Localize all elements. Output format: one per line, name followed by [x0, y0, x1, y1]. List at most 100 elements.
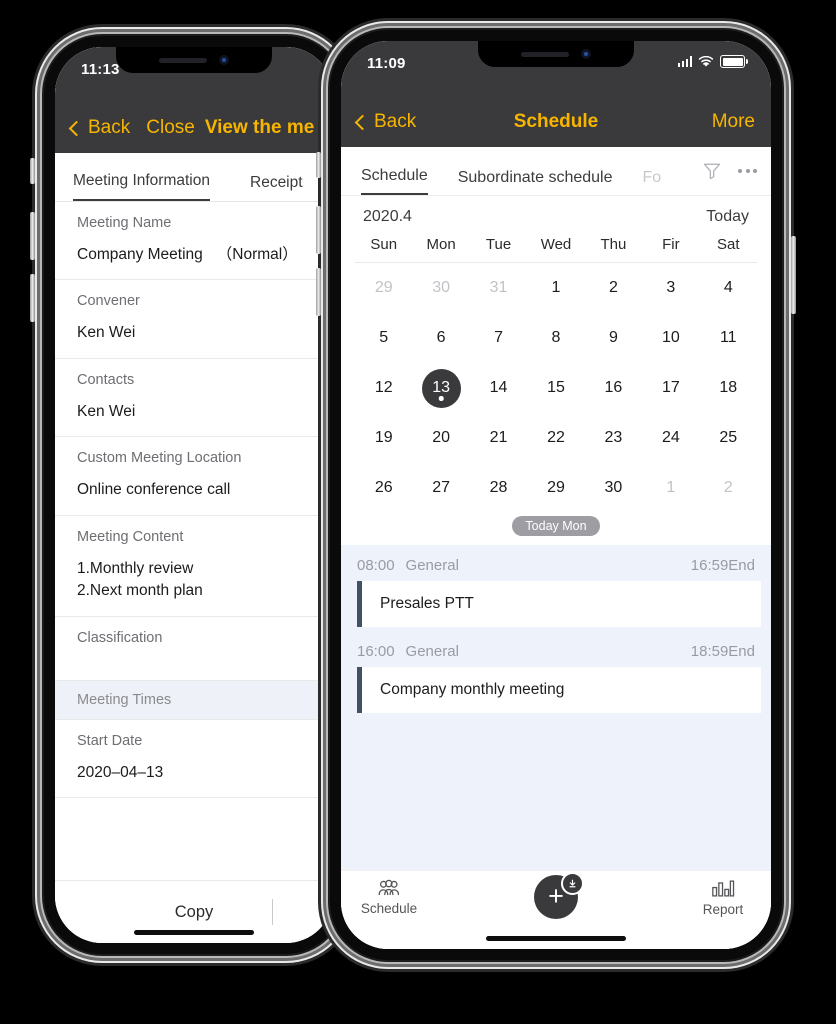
home-indicator-left[interactable] [134, 930, 254, 935]
funnel-icon[interactable] [702, 161, 722, 181]
calendar-day[interactable]: 29 [355, 263, 412, 313]
mute-switch-right[interactable] [316, 152, 321, 178]
left-status-bar: 11:13 [55, 47, 333, 103]
calendar-day[interactable]: 27 [412, 463, 469, 513]
calendar-day-selected[interactable]: 13 [412, 363, 469, 413]
field-convener: Convener Ken Wei [55, 280, 333, 359]
meeting-name-suffix: （Normal） [216, 246, 298, 263]
tab-follow[interactable]: Fo [643, 169, 662, 195]
tab-bar-schedule[interactable]: Schedule [341, 879, 437, 916]
calendar-day[interactable]: 3 [642, 263, 699, 313]
screenshot-stage: 11:13 Back Close View the me Meeting Inf… [0, 0, 836, 1024]
volume-down-button-right[interactable] [316, 268, 321, 316]
event-title: Presales PTT [380, 595, 474, 612]
calendar-day[interactable]: 23 [585, 413, 642, 463]
left-phone-screen: 11:13 Back Close View the me Meeting Inf… [55, 47, 333, 943]
calendar-day[interactable]: 2 [585, 263, 642, 313]
meeting-information-form: Meeting Name Company Meeting （Normal） Con… [55, 202, 333, 880]
tab-meeting-information[interactable]: Meeting Information [73, 172, 210, 201]
event-end-time: 16:59End [690, 557, 755, 574]
event-card[interactable]: Presales PTT [357, 581, 761, 627]
calendar-day[interactable]: 19 [355, 413, 412, 463]
more-button[interactable]: More [712, 111, 755, 133]
field-label: Contacts [77, 371, 135, 388]
calendar-day[interactable]: 30 [412, 263, 469, 313]
calendar-day[interactable]: 1 [642, 463, 699, 513]
copy-button[interactable]: Copy [175, 903, 214, 922]
chevron-left-icon [68, 120, 85, 136]
calendar-day[interactable]: 20 [412, 413, 469, 463]
bottom-tab-bar: Schedule + Report [341, 870, 771, 949]
tab-label: Schedule [360, 901, 418, 916]
mute-switch-left[interactable] [30, 158, 35, 184]
calendar-day[interactable]: 31 [470, 263, 527, 313]
calendar-day[interactable]: 24 [642, 413, 699, 463]
more-horizontal-icon[interactable] [738, 169, 757, 173]
event-list: 08:00 General 16:59End Presales PTT 16:00 Gen… [341, 545, 771, 870]
calendar-day[interactable]: 16 [585, 363, 642, 413]
weekday-label: Thu [600, 236, 627, 253]
selected-day-disc: 13 [421, 368, 461, 408]
calendar-header: 2020.4 Today [355, 196, 757, 236]
people-icon [378, 879, 400, 896]
calendar-month-label: 2020.4 [363, 208, 412, 225]
calendar-day[interactable]: 30 [585, 463, 642, 513]
volume-up-button-right[interactable] [316, 206, 321, 254]
back-button-left[interactable]: Back [68, 117, 130, 139]
bar-chart-icon [712, 880, 735, 897]
right-nav-bar: Back Schedule More [341, 97, 771, 147]
calendar-day[interactable]: 29 [527, 463, 584, 513]
download-badge-icon [561, 872, 584, 895]
event-type: General [405, 557, 459, 574]
calendar-day[interactable]: 11 [700, 313, 757, 363]
tab-receipt[interactable]: Receipt [250, 174, 303, 201]
calendar-day[interactable]: 10 [642, 313, 699, 363]
calendar-weekday-row: Sun Mon Tue Wed Thu Fir Sat [355, 236, 757, 263]
calendar-day[interactable]: 5 [355, 313, 412, 363]
weekday-label: Sun [370, 236, 398, 253]
volume-down-button-left[interactable] [30, 274, 35, 322]
calendar-day[interactable]: 14 [470, 363, 527, 413]
today-pill-row: Today Mon [341, 513, 771, 545]
calendar-day[interactable]: 26 [355, 463, 412, 513]
event-card[interactable]: Company monthly meeting [357, 667, 761, 713]
right-phone-device: 11:09 Back Schedule More Schedule Subord… [316, 30, 796, 960]
calendar-day[interactable]: 8 [527, 313, 584, 363]
event-item[interactable]: 08:00 General 16:59End Presales PTT [341, 557, 771, 627]
field-value: 2020–04–13 [77, 763, 164, 781]
calendar-day[interactable]: 22 [527, 413, 584, 463]
section-header-meeting-times: Meeting Times [55, 680, 333, 720]
calendar-day[interactable]: 18 [700, 363, 757, 413]
power-button-right[interactable] [791, 236, 796, 314]
calendar-day[interactable]: 21 [470, 413, 527, 463]
battery-icon [720, 55, 748, 68]
calendar-day[interactable]: 25 [700, 413, 757, 463]
field-value: Ken Wei [77, 324, 136, 342]
tab-bar-report[interactable]: Report [675, 879, 771, 917]
field-label: Start Date [77, 732, 143, 749]
today-button[interactable]: Today [706, 208, 749, 226]
calendar-day[interactable]: 9 [585, 313, 642, 363]
calendar-day[interactable]: 15 [527, 363, 584, 413]
right-tab-bar: Schedule Subordinate schedule Fo [341, 147, 771, 196]
close-button-left[interactable]: Close [146, 117, 195, 139]
tab-bar-add[interactable]: + [508, 872, 604, 919]
left-nav-bar: Back Close View the me [55, 103, 333, 153]
event-type: General [405, 643, 459, 660]
field-label: Meeting Name [77, 215, 172, 231]
calendar-day[interactable]: 1 [527, 263, 584, 313]
calendar-day[interactable]: 28 [470, 463, 527, 513]
calendar-day[interactable]: 4 [700, 263, 757, 313]
home-indicator-right[interactable] [486, 936, 626, 941]
add-circle-icon[interactable]: + [534, 872, 584, 919]
volume-up-button-left[interactable] [30, 212, 35, 260]
calendar-day[interactable]: 17 [642, 363, 699, 413]
calendar-day[interactable]: 2 [700, 463, 757, 513]
event-item[interactable]: 16:00 General 18:59End Company monthly meet… [341, 643, 771, 713]
calendar-day[interactable]: 7 [470, 313, 527, 363]
tab-schedule[interactable]: Schedule [361, 167, 428, 195]
calendar-day[interactable]: 12 [355, 363, 412, 413]
calendar-day[interactable]: 6 [412, 313, 469, 363]
right-status-time: 11:09 [367, 55, 406, 72]
tab-subordinate-schedule[interactable]: Subordinate schedule [458, 169, 613, 195]
